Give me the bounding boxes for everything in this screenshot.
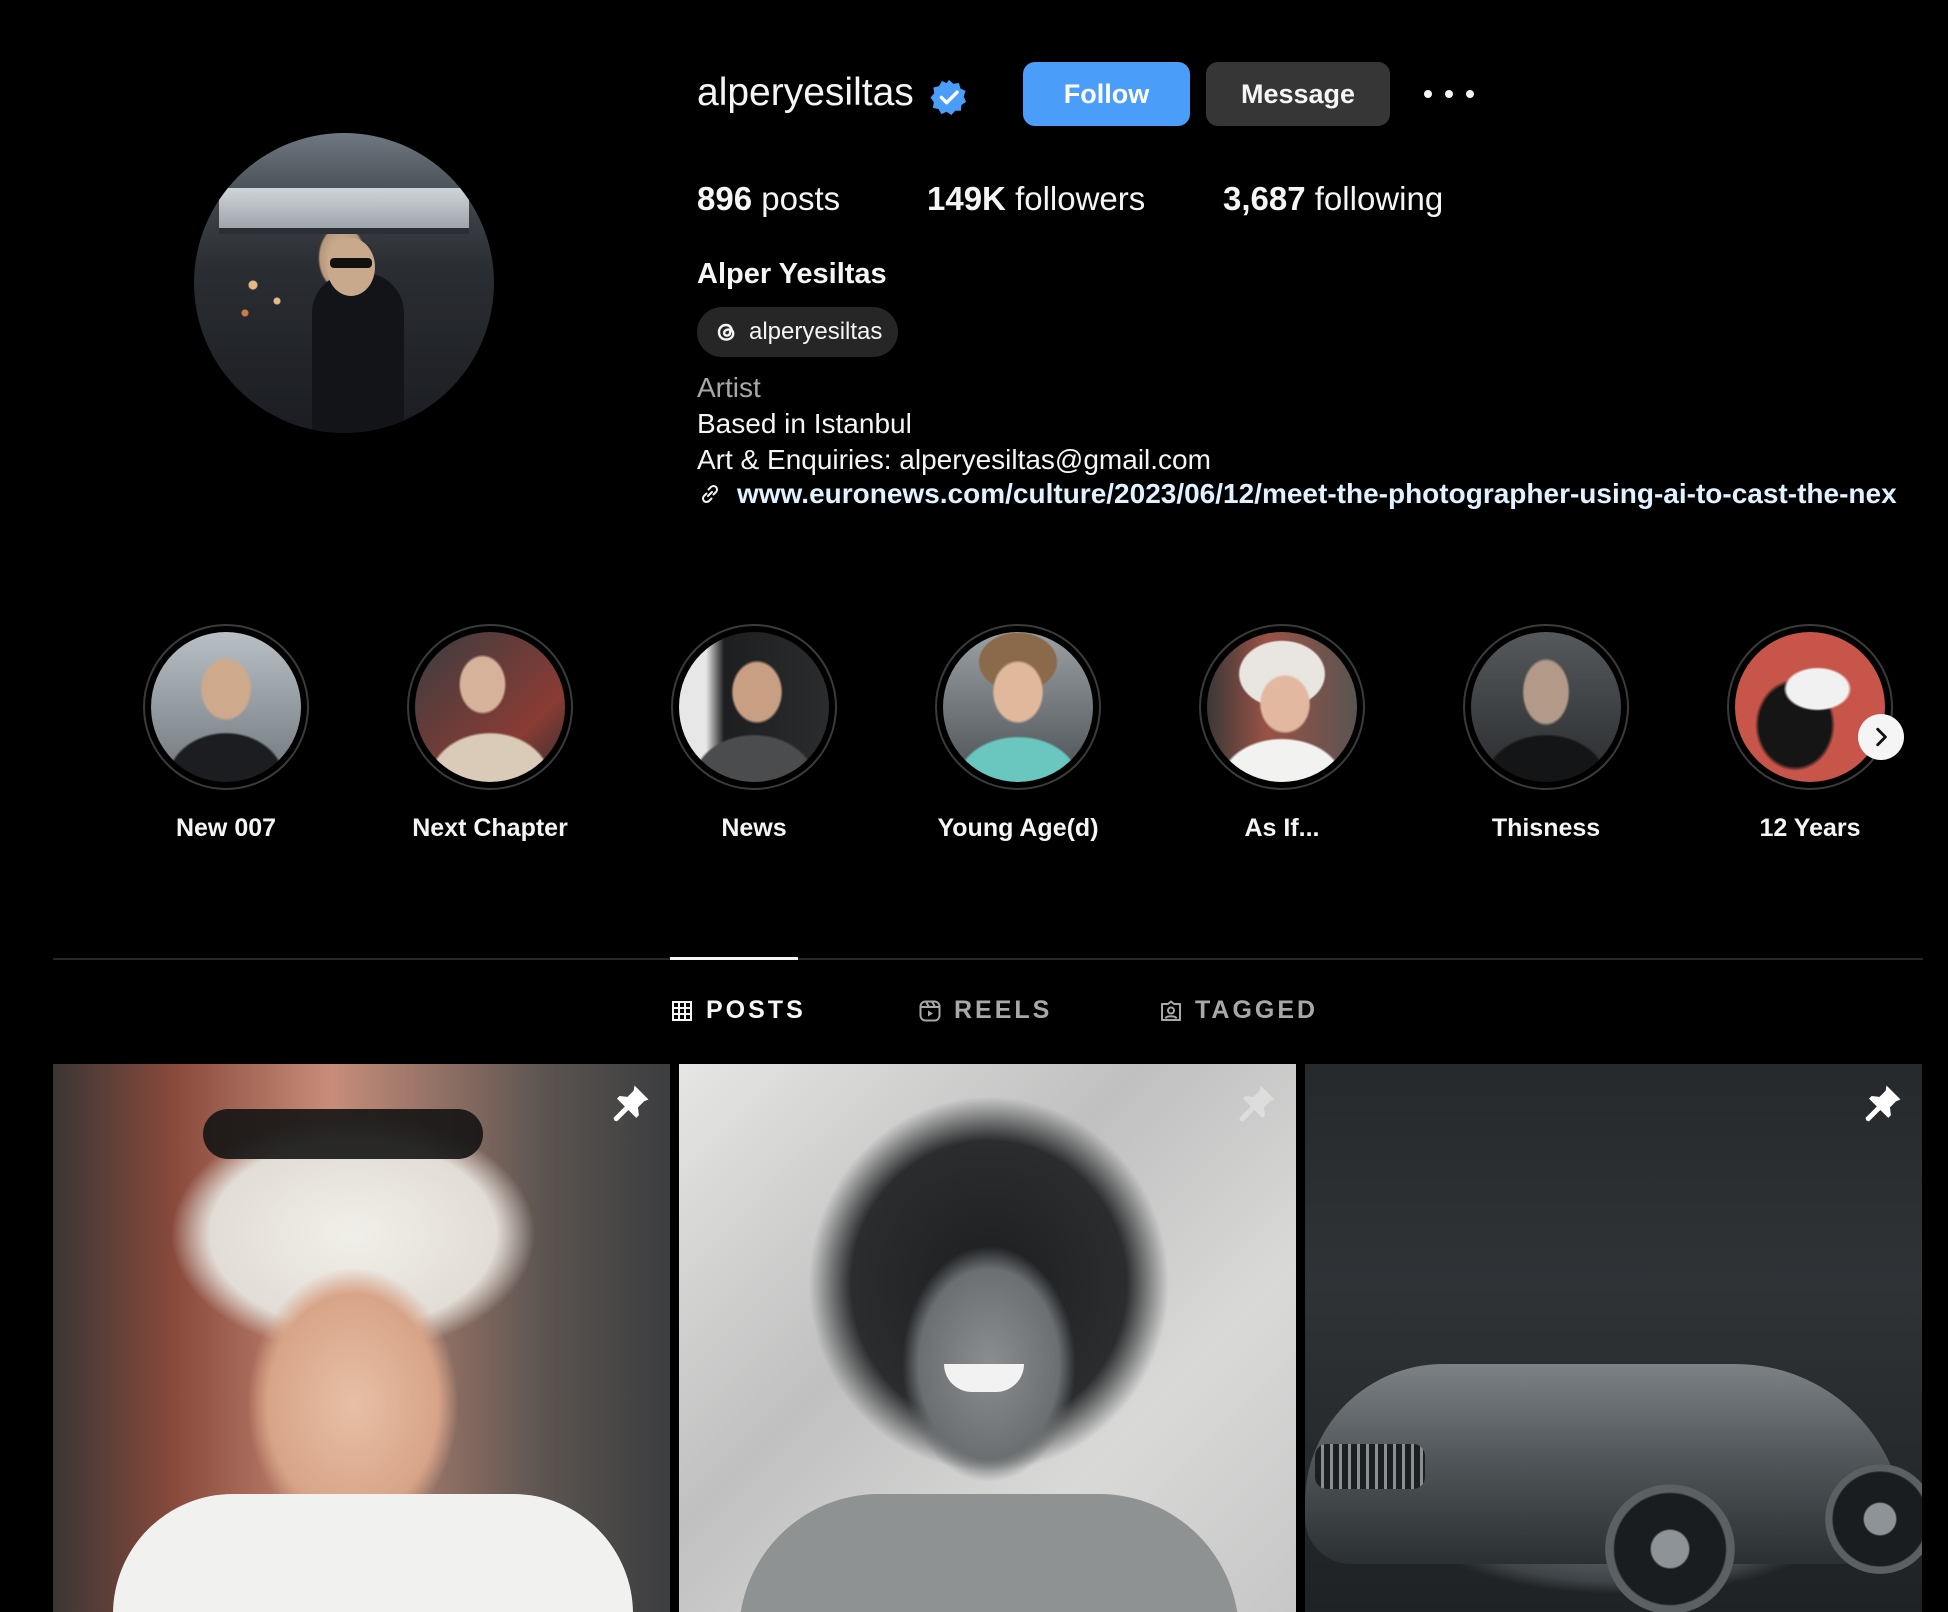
highlight-ring — [935, 624, 1101, 790]
pin-icon — [613, 1085, 649, 1122]
tab-reels-label: REELS — [954, 996, 1053, 1024]
followers-count: 149K — [927, 180, 1006, 217]
post-photo-detail — [739, 1494, 1239, 1612]
highlight-label: Young Age(d) — [937, 814, 1099, 842]
tabs-divider — [53, 958, 1923, 960]
tab-tagged[interactable]: TAGGED — [1159, 996, 1318, 1025]
highlight-ring — [143, 624, 309, 790]
pin-icon — [1865, 1085, 1901, 1122]
highlight-young-aged[interactable]: Young Age(d) — [933, 624, 1103, 843]
highlight-new-007[interactable]: New 007 — [141, 624, 311, 843]
followers-stat[interactable]: 149K followers — [927, 180, 1145, 218]
posts-count: 896 — [697, 180, 753, 217]
highlight-cover — [679, 632, 829, 782]
following-count: 3,687 — [1223, 180, 1306, 217]
tab-posts-label: POSTS — [706, 996, 806, 1024]
post-tile[interactable] — [53, 1064, 670, 1612]
more-dot — [1445, 90, 1453, 98]
bio-location: Based in Istanbul — [697, 408, 912, 439]
profile-username: alperyesiltas — [697, 71, 914, 114]
highlight-label: 12 Years — [1759, 814, 1861, 842]
tab-posts[interactable]: POSTS — [670, 996, 806, 1025]
active-tab-indicator — [670, 957, 798, 960]
reels-icon — [919, 1000, 941, 1021]
threads-handle: alperyesiltas — [749, 318, 883, 345]
link-icon — [701, 484, 719, 504]
post-tile[interactable] — [679, 1064, 1296, 1612]
highlight-label: News — [721, 814, 787, 842]
highlight-ring — [1463, 624, 1629, 790]
highlight-label: New 007 — [175, 814, 277, 842]
post-photo-detail — [203, 1109, 483, 1159]
highlight-cover — [415, 632, 565, 782]
highlight-ring — [671, 624, 837, 790]
post-photo-detail — [944, 1364, 1024, 1392]
followers-label: followers — [1015, 180, 1146, 217]
posts-label: posts — [761, 180, 841, 217]
tagged-user-icon — [1161, 1000, 1181, 1021]
threads-badge[interactable]: alperyesiltas — [697, 307, 899, 357]
pin-icon — [1239, 1085, 1275, 1122]
highlight-ring — [1199, 624, 1365, 790]
post-tile[interactable] — [1305, 1064, 1922, 1612]
bio-category: Artist — [697, 372, 761, 403]
following-stat[interactable]: 3,687 following — [1223, 180, 1443, 218]
post-photo-detail — [113, 1494, 633, 1612]
highlight-cover — [943, 632, 1093, 782]
message-button[interactable]: Message — [1206, 62, 1390, 126]
posts-count-stat: 896 posts — [697, 180, 840, 218]
highlight-news[interactable]: News — [669, 624, 839, 843]
highlight-cover — [1207, 632, 1357, 782]
more-options-icon[interactable] — [1424, 76, 1474, 112]
tab-reels[interactable]: REELS — [918, 996, 1052, 1025]
highlight-cover — [1735, 632, 1885, 782]
grid-icon — [672, 1000, 692, 1021]
highlight-label: As If... — [1244, 814, 1320, 842]
post-photo-detail — [1605, 1484, 1735, 1612]
profile-avatar[interactable] — [194, 133, 494, 433]
follow-button[interactable]: Follow — [1023, 62, 1190, 126]
post-photo-detail — [1315, 1444, 1425, 1489]
highlight-thisness[interactable]: Thisness — [1461, 624, 1631, 843]
bio-contact: Art & Enquiries: alperyesiltas@gmail.com — [697, 444, 1211, 475]
avatar-photo-lights — [229, 253, 309, 333]
avatar-photo-awning — [219, 188, 469, 234]
more-dot — [1424, 90, 1432, 98]
more-dot — [1466, 90, 1474, 98]
highlight-cover — [1471, 632, 1621, 782]
highlight-as-if[interactable]: As If... — [1197, 624, 1367, 843]
highlight-ring — [407, 624, 573, 790]
avatar-photo-glasses — [330, 258, 372, 268]
highlight-label: Thisness — [1491, 814, 1601, 842]
tab-tagged-label: TAGGED — [1195, 996, 1319, 1024]
highlight-label: Next Chapter — [412, 814, 568, 842]
highlight-next-chapter[interactable]: Next Chapter — [405, 624, 575, 843]
verified-badge-icon — [930, 79, 967, 116]
chevron-right-icon[interactable] — [1858, 714, 1904, 760]
profile-full-name: Alper Yesiltas — [697, 258, 887, 290]
avatar-photo-person — [312, 273, 404, 433]
threads-icon — [717, 323, 735, 341]
following-label: following — [1314, 180, 1444, 217]
bio-link-text: www.euronews.com/culture/2023/06/12/meet… — [737, 478, 1897, 509]
chevron-right-glyph — [1876, 727, 1887, 747]
highlight-ring — [1727, 624, 1893, 790]
bio-external-link[interactable]: www.euronews.com/culture/2023/06/12/meet… — [697, 478, 1948, 510]
highlight-cover — [151, 632, 301, 782]
